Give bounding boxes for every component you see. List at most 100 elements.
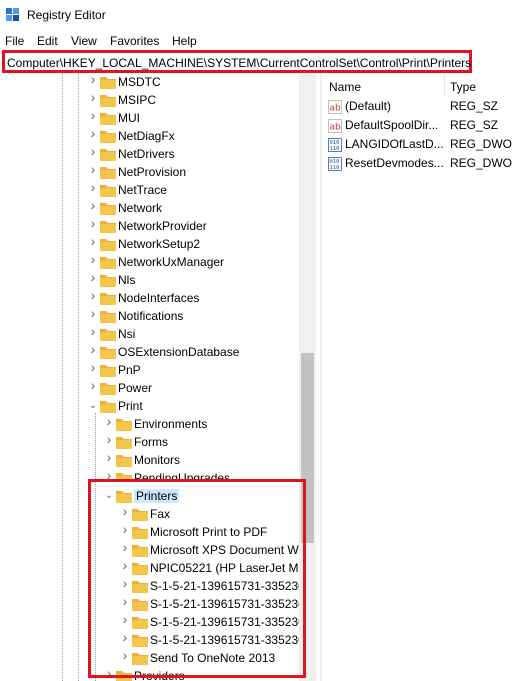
folder-icon — [100, 381, 116, 395]
value-row[interactable]: ab DefaultSpoolDir... REG_SZ — [323, 117, 512, 135]
highlight-box-printers — [88, 479, 306, 678]
chevron-right-icon[interactable]: › — [88, 216, 98, 230]
tree-node-print[interactable]: ⌄ Print — [0, 398, 315, 416]
menu-bar: File Edit View Favorites Help — [0, 32, 512, 50]
folder-icon — [100, 327, 116, 341]
tree-node-label: Nsi — [118, 327, 136, 341]
folder-icon — [116, 453, 132, 467]
tree-node-label: Power — [118, 381, 153, 395]
tree-node-environments[interactable]: › Environments — [0, 414, 315, 434]
tree-node-label: Network — [118, 201, 163, 215]
tree-node-notifications[interactable]: › Notifications — [0, 306, 315, 326]
value-type: REG_SZ — [450, 99, 499, 113]
tree-node-netprovision[interactable]: › NetProvision — [0, 162, 315, 182]
tree-node-monitors[interactable]: › Monitors — [0, 450, 315, 470]
tree-node-network[interactable]: › Network — [0, 198, 315, 218]
column-header-type[interactable]: Type — [450, 80, 476, 94]
svg-text:ab: ab — [330, 123, 342, 133]
value-type: REG_DWOR — [450, 137, 512, 151]
tree-node-networkuxmanager[interactable]: › NetworkUxManager — [0, 252, 315, 272]
window-title: Registry Editor — [27, 8, 106, 22]
tree-node-label: MSDTC — [118, 75, 161, 89]
chevron-right-icon[interactable]: › — [88, 162, 98, 176]
value-name: DefaultSpoolDir... — [345, 118, 439, 132]
value-name: LANGIDOfLastD... — [345, 137, 444, 151]
chevron-right-icon[interactable]: › — [104, 450, 114, 464]
chevron-right-icon[interactable]: › — [88, 126, 98, 140]
chevron-right-icon[interactable]: › — [88, 288, 98, 302]
folder-icon — [100, 363, 116, 377]
tree-node-netdrivers[interactable]: › NetDrivers — [0, 144, 315, 164]
column-header-name[interactable]: Name — [329, 80, 361, 94]
string-value-icon: ab — [328, 100, 342, 114]
chevron-right-icon[interactable]: › — [88, 324, 98, 338]
tree-node-pnp[interactable]: › PnP — [0, 360, 315, 380]
chevron-right-icon[interactable]: › — [88, 180, 98, 194]
chevron-right-icon[interactable]: › — [88, 342, 98, 356]
folder-icon — [100, 129, 116, 143]
value-type: REG_SZ — [450, 118, 499, 132]
tree-node-nettrace[interactable]: › NetTrace — [0, 180, 315, 200]
folder-icon — [100, 399, 116, 413]
chevron-right-icon[interactable]: › — [104, 432, 114, 446]
tree-node-forms[interactable]: › Forms — [0, 432, 315, 452]
chevron-right-icon[interactable]: › — [88, 234, 98, 248]
chevron-right-icon[interactable]: › — [88, 144, 98, 158]
menu-edit[interactable]: Edit — [37, 34, 58, 48]
chevron-right-icon[interactable]: › — [104, 414, 114, 428]
tree-node-label: OSExtensionDatabase — [118, 345, 240, 359]
folder-icon — [100, 273, 116, 287]
address-bar[interactable]: Computer\HKEY_LOCAL_MACHINE\SYSTEM\Curre… — [2, 50, 472, 73]
folder-icon — [100, 237, 116, 251]
tree-node-label: NetworkUxManager — [118, 255, 225, 269]
chevron-right-icon[interactable]: › — [88, 108, 98, 122]
tree-node-networkprovider[interactable]: › NetworkProvider — [0, 216, 315, 236]
menu-help[interactable]: Help — [172, 34, 197, 48]
value-row[interactable]: 010110LANGIDOfLastD... REG_DWOR — [323, 136, 512, 154]
folder-icon — [116, 435, 132, 449]
tree-node-msipc[interactable]: › MSIPC — [0, 90, 315, 110]
tree-node-osextensiondatabase[interactable]: › OSExtensionDatabase — [0, 342, 315, 362]
folder-icon — [100, 147, 116, 161]
folder-icon — [100, 345, 116, 359]
folder-icon — [100, 219, 116, 233]
chevron-right-icon[interactable]: › — [88, 198, 98, 212]
tree-node-networksetup2[interactable]: › NetworkSetup2 — [0, 234, 315, 254]
pane-divider[interactable] — [320, 73, 322, 681]
value-row[interactable]: ab (Default) REG_SZ — [323, 98, 512, 116]
menu-favorites[interactable]: Favorites — [110, 34, 159, 48]
tree-node-netdiagfx[interactable]: › NetDiagFx — [0, 126, 315, 146]
tree-node-mui[interactable]: › MUI — [0, 108, 315, 128]
tree-node-label: MSIPC — [118, 93, 157, 107]
tree-node-label: PnP — [118, 363, 141, 377]
tree-node-label: NetworkSetup2 — [118, 237, 201, 251]
address-path[interactable]: Computer\HKEY_LOCAL_MACHINE\SYSTEM\Curre… — [7, 56, 471, 70]
menu-file[interactable]: File — [5, 34, 24, 48]
tree-node-label: Notifications — [118, 309, 184, 323]
value-name: (Default) — [345, 99, 392, 113]
tree-node-label: Forms — [134, 435, 168, 449]
chevron-right-icon[interactable]: › — [88, 306, 98, 320]
tree-node-label: MUI — [118, 111, 140, 125]
chevron-right-icon[interactable]: › — [88, 252, 98, 266]
chevron-right-icon[interactable]: › — [88, 73, 98, 86]
folder-icon — [100, 111, 116, 125]
tree-node-nls[interactable]: › Nls — [0, 270, 315, 290]
chevron-right-icon[interactable]: › — [88, 90, 98, 104]
tree-node-nodeinterfaces[interactable]: › NodeInterfaces — [0, 288, 315, 308]
chevron-right-icon[interactable]: › — [88, 360, 98, 374]
svg-text:110: 110 — [330, 146, 340, 152]
values-pane[interactable]: Name Type ab (Default) REG_SZ ab DefaultSpoo… — [323, 73, 512, 681]
menu-view[interactable]: View — [71, 34, 97, 48]
value-row[interactable]: 010110ResetDevmodes... REG_DWOR — [323, 155, 512, 173]
tree-node-msdtc[interactable]: › MSDTC — [0, 73, 315, 92]
chevron-right-icon[interactable]: › — [88, 270, 98, 284]
chevron-right-icon[interactable]: › — [88, 378, 98, 392]
chevron-down-icon[interactable]: ⌄ — [88, 401, 98, 411]
tree-node-label: NetworkProvider — [118, 219, 207, 233]
tree-node-nsi[interactable]: › Nsi — [0, 324, 315, 344]
folder-icon — [100, 201, 116, 215]
svg-text:ab: ab — [330, 104, 342, 114]
tree-node-power[interactable]: › Power — [0, 378, 315, 398]
column-separator[interactable] — [444, 75, 445, 95]
